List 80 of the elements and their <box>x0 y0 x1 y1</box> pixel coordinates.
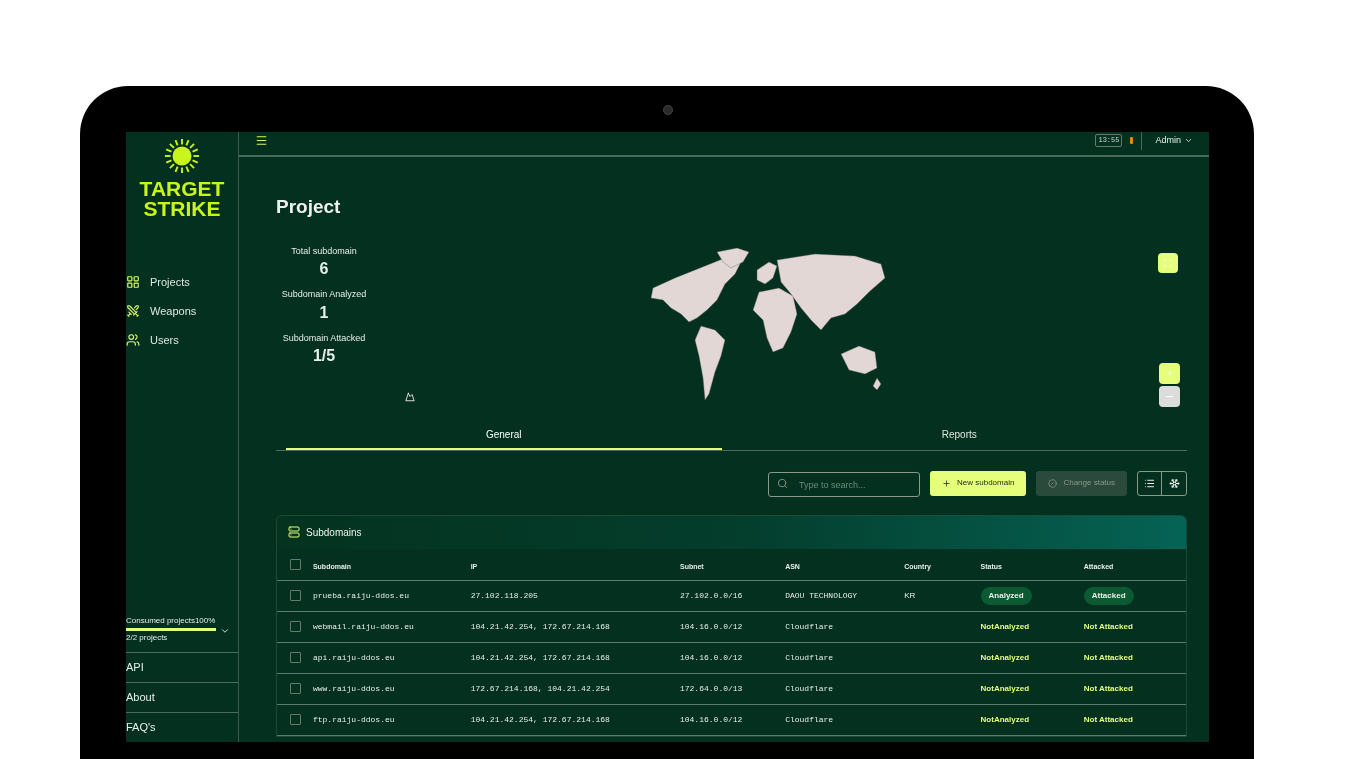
fullscreen-icon <box>1163 257 1173 268</box>
server-icon <box>288 526 300 538</box>
nav-item[interactable]: Projects <box>126 274 238 290</box>
stat-value: 1/5 <box>312 346 336 366</box>
row-checkbox[interactable] <box>290 652 301 663</box>
table-cell: 104.21.42.254, 172.67.214.168 <box>470 713 610 726</box>
caret-icon[interactable] <box>220 626 230 636</box>
usage-label: Consumed projects <box>126 615 195 627</box>
nav-item[interactable]: Users <box>126 332 238 348</box>
table-cell: Cloudflare <box>785 682 834 695</box>
swords-icon <box>126 304 140 318</box>
status-badge: Analyzed <box>980 586 1032 605</box>
table-cell: 104.16.0.0/12 <box>679 651 743 664</box>
status-icon <box>1048 478 1058 488</box>
table-cell: webmail.raiju-ddos.eu <box>312 620 414 633</box>
camera-icon <box>663 105 673 115</box>
stat-value: 6 <box>319 259 329 279</box>
status-text: Not Attacked <box>1083 682 1133 695</box>
row-checkbox[interactable] <box>290 714 301 725</box>
caret-icon[interactable] <box>1184 136 1193 145</box>
status-badge: Attacked <box>1083 586 1134 605</box>
table-cell: DAOU TECHNOLOGY <box>785 589 858 602</box>
status-text: NotAnalyzed <box>980 651 1029 664</box>
tab[interactable]: General <box>286 426 722 450</box>
select-all-checkbox[interactable] <box>290 558 301 570</box>
fullscreen-button[interactable] <box>1158 252 1178 273</box>
new-subdomain-button[interactable]: New subdomain <box>930 470 1027 496</box>
usage-count: 2/2 projects <box>126 632 169 644</box>
status-text: Not Attacked <box>1083 620 1133 633</box>
list-icon <box>1144 477 1155 489</box>
search-field[interactable]: Type to search... <box>768 472 921 497</box>
footer-link[interactable]: FAQ's <box>126 719 156 736</box>
table-cell: 27.102.118.205 <box>470 589 538 602</box>
status-text: NotAnalyzed <box>980 682 1029 695</box>
status-text: Not Attacked <box>1083 651 1133 664</box>
table-cell: ftp.raiju-ddos.eu <box>312 713 395 726</box>
users-icon <box>126 333 140 347</box>
row-checkbox[interactable] <box>290 683 301 694</box>
user-menu[interactable]: Admin <box>1155 133 1181 148</box>
row-checkbox[interactable] <box>290 621 301 632</box>
brand-name: TARGET STRIKE <box>139 179 225 219</box>
plus-icon <box>1165 369 1174 377</box>
table-cell: www.raiju-ddos.eu <box>312 682 395 695</box>
table-cell: 104.16.0.0/12 <box>679 620 743 633</box>
zoom-in-button[interactable] <box>1159 362 1180 384</box>
plus-icon <box>942 478 952 488</box>
table-title: Subdomains <box>306 525 362 540</box>
tab[interactable]: Reports <box>741 426 1177 450</box>
status-text: NotAnalyzed <box>980 713 1029 726</box>
table-cell: 104.16.0.0/12 <box>679 713 743 726</box>
table-cell: api.raiju-ddos.eu <box>312 651 395 664</box>
stat-value: 1 <box>319 302 329 323</box>
footer-link[interactable]: API <box>126 659 144 676</box>
table-cell: 27.102.0.0/16 <box>679 589 743 602</box>
table-cell: KR <box>904 589 916 602</box>
stat-label: Total subdomain <box>291 244 357 258</box>
menu-icon[interactable] <box>255 134 268 147</box>
row-checkbox[interactable] <box>290 590 301 601</box>
table-cell: Cloudflare <box>785 620 834 633</box>
table-cell: 172.67.214.168, 104.21.42.254 <box>470 682 610 695</box>
search-icon <box>777 477 789 489</box>
table-cell: prueba.raiju-ddos.eu <box>312 589 409 602</box>
battery-icon <box>1130 137 1134 144</box>
stat-label: Subdomain Attacked <box>282 331 366 345</box>
table-cell: 104.21.42.254, 172.67.214.168 <box>470 651 610 664</box>
page-title: Project <box>276 195 342 219</box>
status-text: NotAnalyzed <box>980 620 1029 633</box>
table-cell: Cloudflare <box>785 713 834 726</box>
zoom-out-button[interactable] <box>1159 385 1180 407</box>
grid-icon <box>126 275 140 289</box>
minus-icon <box>1166 395 1173 397</box>
table-cell: Cloudflare <box>785 651 834 664</box>
table-cell: 104.21.42.254, 172.67.214.168 <box>470 620 610 633</box>
sun-logo-icon <box>163 137 201 175</box>
table-cell: 172.64.0.0/13 <box>679 682 743 695</box>
footer-link[interactable]: About <box>126 689 155 706</box>
snowflake-icon <box>1168 477 1180 489</box>
nav-item[interactable]: Weapons <box>126 303 238 319</box>
stat-label: Subdomain Analyzed <box>281 288 367 301</box>
status-text: Not Attacked <box>1083 713 1133 726</box>
